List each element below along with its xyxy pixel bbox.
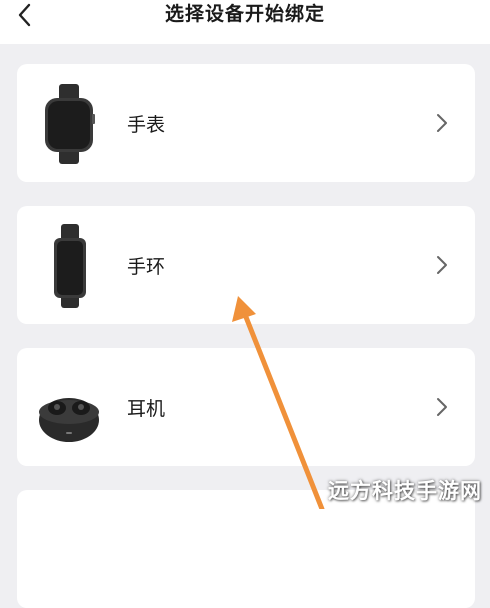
chevron-right-icon <box>437 398 447 416</box>
chevron-right-icon <box>437 114 447 132</box>
page-title: 选择设备开始绑定 <box>164 3 325 25</box>
header-bar: 选择设备开始绑定 <box>0 0 490 44</box>
device-label-watch: 手表 <box>127 113 166 136</box>
device-card-watch[interactable]: 手表 <box>17 64 475 182</box>
device-label-earbuds: 耳机 <box>127 397 166 420</box>
device-card-partial[interactable] <box>17 490 475 608</box>
device-card-earbuds[interactable]: 耳机 <box>17 348 475 466</box>
fitness-band-icon <box>54 224 86 308</box>
device-card-band[interactable]: 手环 <box>17 206 475 324</box>
smartwatch-icon <box>45 84 95 164</box>
earbuds-case-icon <box>39 398 99 442</box>
device-label-band: 手环 <box>127 255 166 278</box>
chevron-right-icon <box>437 256 447 274</box>
watermark: 远方科技手游网 <box>328 479 482 503</box>
